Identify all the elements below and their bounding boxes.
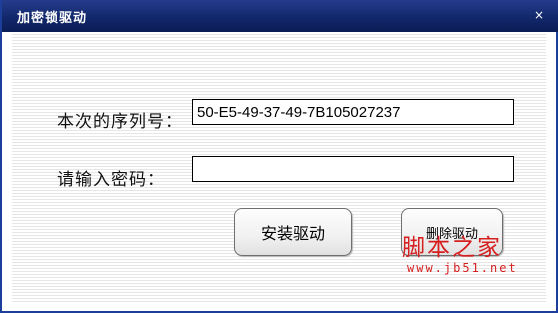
close-icon[interactable]: × (532, 8, 546, 22)
dialog-window: 加密锁驱动 × 本次的序列号： 请输入密码： 安装驱动 删除驱动 脚本之家 ww… (0, 0, 558, 313)
install-driver-button[interactable]: 安装驱动 (234, 208, 352, 256)
window-title: 加密锁驱动 (17, 11, 88, 26)
watermark-url: www.jb51.net (407, 261, 518, 275)
serial-label: 本次的序列号： (57, 112, 183, 132)
title-bar[interactable]: 加密锁驱动 × (2, 0, 558, 32)
password-field[interactable] (192, 156, 514, 182)
serial-field[interactable] (192, 99, 514, 125)
install-driver-label: 安装驱动 (260, 224, 325, 243)
password-label: 请输入密码： (57, 170, 165, 190)
watermark-text: 脚本之家 (402, 235, 502, 261)
